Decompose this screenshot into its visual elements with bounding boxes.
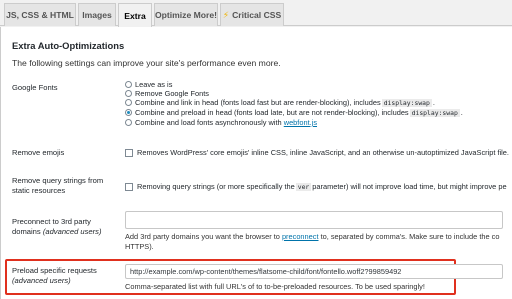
radio-button[interactable] bbox=[125, 99, 132, 106]
tab-label: Images bbox=[82, 10, 112, 20]
tab-extra[interactable]: Extra bbox=[118, 3, 152, 27]
preconnect-textarea[interactable] bbox=[125, 211, 503, 229]
google-fonts-option-async[interactable]: Combine and load fonts asynchronously wi… bbox=[125, 118, 317, 127]
tab-images[interactable]: Images bbox=[78, 3, 116, 26]
desc-text-after: to, separated by comma's. Make sure to i… bbox=[320, 232, 500, 241]
radio-button[interactable] bbox=[125, 90, 132, 97]
option-text: Remove Google Fonts bbox=[135, 89, 209, 98]
webfont-link[interactable]: webfont.js bbox=[284, 118, 317, 127]
google-fonts-label: Google Fonts bbox=[12, 83, 58, 92]
remove-emojis-checkbox[interactable] bbox=[125, 148, 133, 157]
google-fonts-option-combine-link[interactable]: Combine and link in head (fonts load fas… bbox=[125, 98, 435, 107]
label-note: (advanced users) bbox=[12, 276, 71, 285]
preconnect-link[interactable]: preconnect bbox=[282, 232, 319, 241]
option-code: ver bbox=[295, 182, 312, 191]
settings-tab-bar: JS, CSS & HTML Images Extra Optimize Mor… bbox=[0, 0, 512, 27]
preload-input[interactable]: http://example.com/wp-content/themes/fla… bbox=[125, 264, 503, 279]
tab-optimize-more[interactable]: Optimize More! bbox=[154, 3, 218, 26]
label-line: Remove query strings from bbox=[12, 176, 104, 185]
settings-panel: Extra Auto-Optimizations The following s… bbox=[0, 27, 512, 299]
preload-label: Preload specific requests (advanced user… bbox=[12, 266, 97, 286]
option-text: Combine and load fonts asynchronously wi… bbox=[135, 118, 282, 127]
option-text: Combine and preload in head (fonts load … bbox=[135, 108, 409, 117]
preload-description: Comma-separated list with full URL's of … bbox=[125, 282, 425, 291]
remove-query-strings-option[interactable]: Removing query strings (or more specific… bbox=[125, 182, 507, 191]
label-line: (advanced users) bbox=[12, 276, 97, 286]
preconnect-label: Preconnect to 3rd party domains (advance… bbox=[12, 217, 102, 237]
tab-js-css-html[interactable]: JS, CSS & HTML bbox=[4, 3, 76, 26]
section-intro: The following settings can improve your … bbox=[12, 58, 281, 68]
tab-label: Extra bbox=[124, 10, 146, 21]
lightning-icon: ⚡ bbox=[222, 9, 230, 20]
preconnect-description-line2: HTTPS). bbox=[125, 242, 154, 251]
label-note: (advanced users) bbox=[42, 227, 102, 236]
google-fonts-option-combine-preload[interactable]: Combine and preload in head (fonts load … bbox=[125, 108, 463, 117]
google-fonts-option-remove[interactable]: Remove Google Fonts bbox=[125, 89, 209, 98]
label-line: Preconnect to 3rd party bbox=[12, 217, 91, 226]
tab-label: JS, CSS & HTML bbox=[6, 10, 74, 20]
tab-label: Optimize More! bbox=[154, 10, 218, 20]
remove-emojis-option[interactable]: Removes WordPress' core emojis' inline C… bbox=[125, 148, 509, 157]
label-text: domains bbox=[12, 227, 41, 236]
option-text-after: . bbox=[432, 98, 435, 107]
option-text: Leave as is bbox=[135, 80, 173, 89]
google-fonts-option-leave[interactable]: Leave as is bbox=[125, 80, 172, 89]
preconnect-description: Add 3rd party domains you want the brows… bbox=[125, 232, 499, 241]
remove-emojis-text: Removes WordPress' core emojis' inline C… bbox=[137, 148, 509, 157]
tab-label: Critical CSS bbox=[232, 10, 282, 20]
remove-query-strings-checkbox[interactable] bbox=[125, 182, 133, 191]
section-title: Extra Auto-Optimizations bbox=[12, 40, 125, 51]
option-code: display:swap bbox=[409, 108, 460, 117]
remove-query-strings-label: Remove query strings from static resourc… bbox=[12, 176, 103, 196]
option-code: display:swap bbox=[381, 98, 432, 107]
tab-critical-css[interactable]: ⚡ Critical CSS bbox=[220, 3, 284, 26]
radio-button[interactable] bbox=[125, 81, 132, 88]
label-line: domains (advanced users) bbox=[12, 227, 102, 237]
label-line: Preload specific requests bbox=[12, 266, 97, 275]
option-text-after: parameter) will not improve load time, b… bbox=[312, 182, 507, 191]
label-line: static resources bbox=[12, 186, 66, 195]
radio-button-selected[interactable] bbox=[125, 109, 132, 116]
option-text: Removing query strings (or more specific… bbox=[137, 182, 295, 191]
option-text: Combine and link in head (fonts load fas… bbox=[135, 98, 381, 107]
radio-button[interactable] bbox=[125, 119, 132, 126]
desc-text: Add 3rd party domains you want the brows… bbox=[125, 232, 280, 241]
remove-emojis-label: Remove emojis bbox=[12, 148, 65, 157]
option-text-after: . bbox=[460, 108, 463, 117]
